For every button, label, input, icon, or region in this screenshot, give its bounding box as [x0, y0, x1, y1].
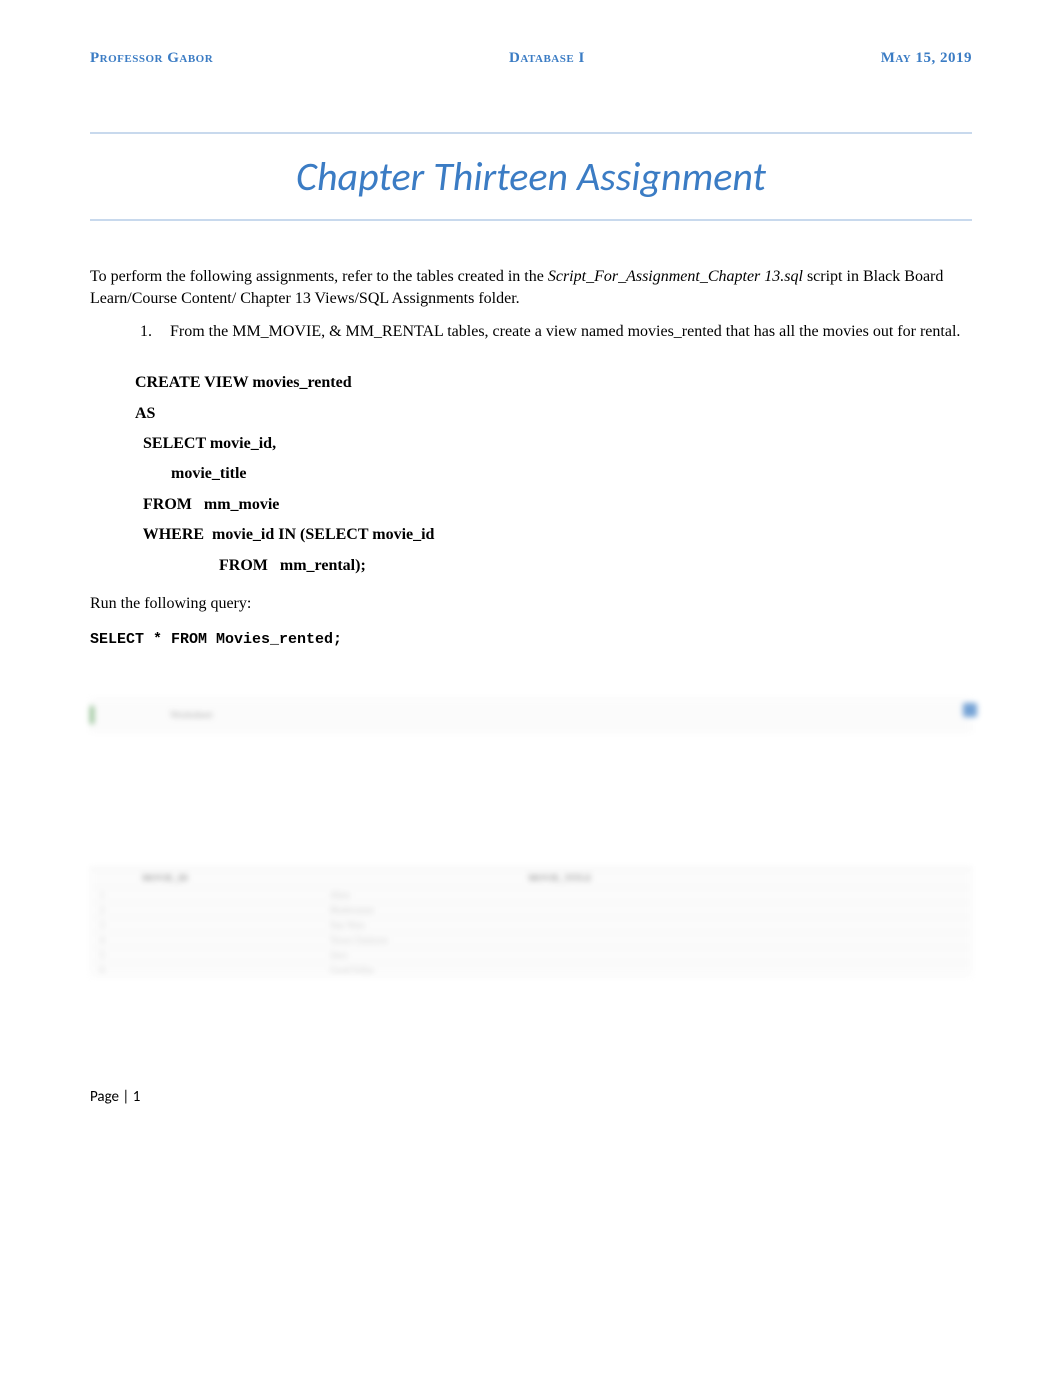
table-row: 3 Star Wars — [90, 917, 972, 932]
table-row: 5 Jaws — [90, 947, 972, 962]
table-row: 1 Alien — [90, 887, 972, 902]
item-number: 1. — [140, 321, 152, 343]
results-screenshot: Worksheet MOVIE_ID MOVIE_TITLE 1 Alien 2… — [90, 698, 972, 1008]
cell: 3 — [100, 920, 230, 930]
title-rule-bottom — [90, 219, 972, 221]
results-header-row: MOVIE_ID MOVIE_TITLE — [90, 869, 972, 887]
cell: 1 — [100, 890, 230, 900]
page-title: Chapter Thirteen Assignment — [90, 134, 972, 219]
code-line: WHERE movie_id IN (SELECT movie_id — [135, 520, 972, 550]
code-line: FROM mm_rental); — [135, 551, 972, 581]
list-item: 1. From the MM_MOVIE, & MM_RENTAL tables… — [140, 321, 972, 343]
results-grid: MOVIE_ID MOVIE_TITLE 1 Alien 2 Bladerunn… — [90, 869, 972, 977]
corner-icon — [963, 703, 977, 717]
cell: Good Fellas — [330, 965, 630, 975]
page-footer: Page | 1 — [90, 1088, 972, 1106]
table-row: 2 Bladerunner — [90, 902, 972, 917]
cell: Texas Chainsaw — [330, 935, 630, 945]
header-center: Database I — [509, 50, 585, 67]
intro-italic: Script_For_Assignment_Chapter 13.sql — [548, 268, 803, 285]
cell: Alien — [330, 890, 630, 900]
cell: 2 — [100, 905, 230, 915]
numbered-list: 1. From the MM_MOVIE, & MM_RENTAL tables… — [140, 321, 972, 343]
worksheet-tab-label: Worksheet — [170, 710, 213, 721]
cell: 5 — [100, 950, 230, 960]
table-row: 6 Good Fellas — [90, 962, 972, 977]
table-row: 4 Texas Chainsaw — [90, 932, 972, 947]
column-header: MOVIE_ID — [100, 873, 230, 883]
screenshot-toolbar: Worksheet — [90, 698, 972, 733]
cell: Jaws — [330, 950, 630, 960]
code-line: movie_title — [135, 459, 972, 489]
cell: 6 — [100, 965, 230, 975]
column-header: MOVIE_TITLE — [410, 873, 710, 883]
cell: 4 — [100, 935, 230, 945]
cell: Bladerunner — [330, 905, 630, 915]
header-right: May 15, 2019 — [881, 50, 972, 67]
code-line: AS — [135, 399, 972, 429]
title-section: Chapter Thirteen Assignment — [90, 132, 972, 221]
select-query: SELECT * FROM Movies_rented; — [90, 631, 972, 648]
screenshot-editor-area — [90, 733, 972, 868]
sql-code-block: CREATE VIEW movies_rented AS SELECT movi… — [135, 368, 972, 581]
cell: Star Wars — [330, 920, 630, 930]
intro-paragraph: To perform the following assignments, re… — [90, 266, 972, 311]
item-text: From the MM_MOVIE, & MM_RENTAL tables, c… — [170, 321, 960, 343]
code-line: FROM mm_movie — [135, 490, 972, 520]
code-line: SELECT movie_id, — [135, 429, 972, 459]
header-left: Professor Gabor — [90, 50, 213, 67]
code-line: CREATE VIEW movies_rented — [135, 368, 972, 398]
page-header: Professor Gabor Database I May 15, 2019 — [90, 50, 972, 67]
active-tab-indicator — [90, 706, 94, 724]
run-query-label: Run the following query: — [90, 595, 972, 613]
intro-text-1: To perform the following assignments, re… — [90, 268, 548, 285]
